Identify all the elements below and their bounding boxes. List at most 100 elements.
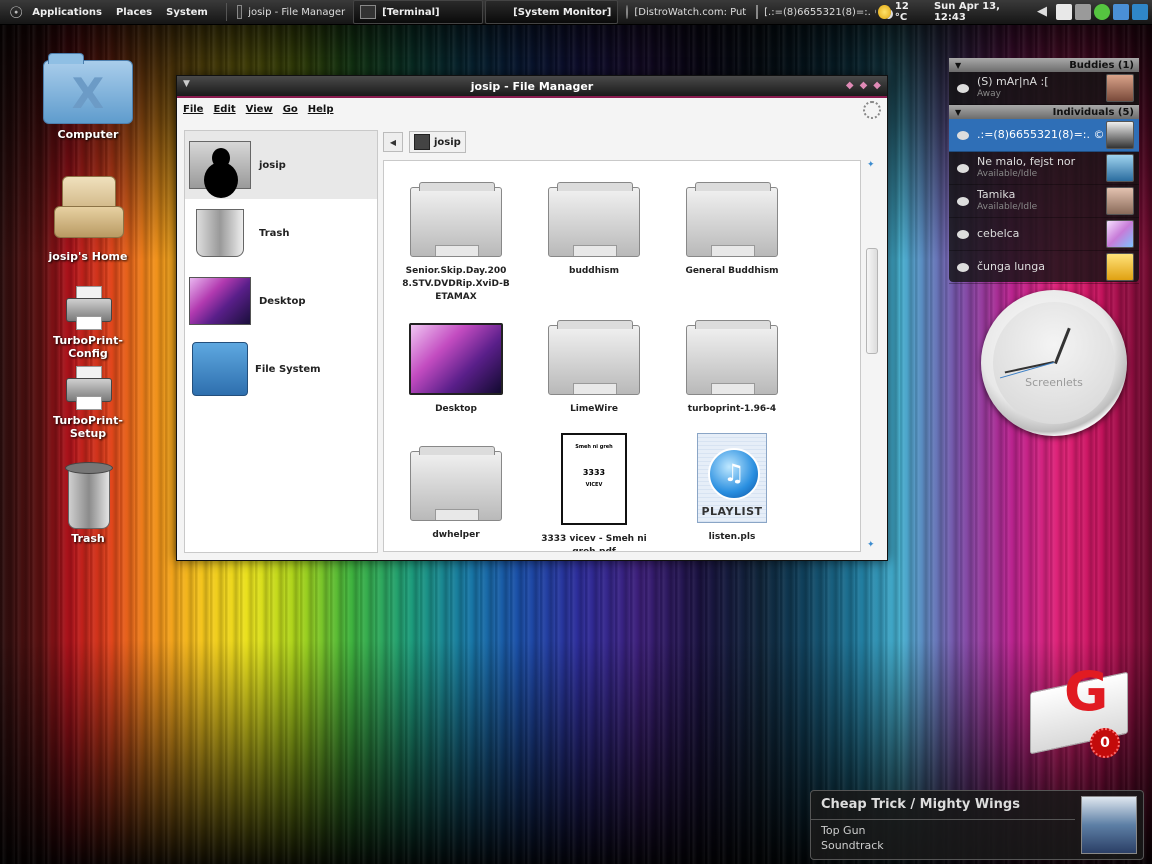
- clock-widget[interactable]: Screenlets: [981, 290, 1127, 436]
- buddy-name: čunga lunga: [977, 261, 1045, 273]
- buddy-status: Away: [977, 89, 1001, 99]
- path-back-button[interactable]: ◀: [383, 132, 403, 152]
- task-label: [.:=(8)6655321(8)=:. ©...: [764, 6, 876, 18]
- desktop-icon-home[interactable]: josip's Home: [38, 172, 138, 263]
- buddy-avatar: [1106, 220, 1134, 248]
- file-item[interactable]: General Buddhism: [662, 182, 802, 278]
- desktop-icon-trash[interactable]: Trash: [38, 462, 138, 545]
- system-menu[interactable]: System: [166, 7, 208, 18]
- track-title: Cheap Trick / Mighty Wings: [821, 797, 1020, 812]
- printer-icon: [64, 286, 112, 330]
- desktop-icon-turboprint-config[interactable]: TurboPrint-Config: [38, 286, 138, 360]
- desktop-icon-turboprint-setup[interactable]: TurboPrint-Setup: [38, 366, 138, 440]
- pdf-thumb-title: Smeh ni greh: [575, 444, 613, 450]
- expand-triangle-icon[interactable]: ▼: [955, 108, 961, 117]
- task-browser[interactable]: [DistroWatch.com: Put t...: [620, 1, 748, 23]
- file-name: LimeWire: [570, 404, 618, 414]
- buddy-avatar: [1106, 187, 1134, 215]
- mail-icon[interactable]: [1056, 4, 1073, 20]
- chat-bubble-icon: [957, 83, 969, 93]
- computer-icon: X: [43, 53, 133, 124]
- vertical-scrollbar[interactable]: ✦ ✦: [863, 160, 881, 550]
- close-button[interactable]: ◆: [873, 80, 881, 91]
- task-system-monitor[interactable]: [System Monitor]: [484, 0, 619, 24]
- task-file-manager[interactable]: josip - File Manager: [231, 1, 351, 23]
- places-menu[interactable]: Places: [116, 7, 152, 18]
- user-icon: [414, 134, 430, 150]
- window-title: josip - File Manager: [470, 79, 594, 93]
- desktop-icon-label: Computer: [57, 128, 119, 141]
- icon-view[interactable]: Senior.Skip.Day.2008.STV.DVDRip.XviD-BET…: [383, 160, 861, 552]
- menubar: File Edit View Go Help: [177, 98, 887, 120]
- buddy-row[interactable]: cebelca: [949, 218, 1139, 251]
- group-header-individuals[interactable]: ▼ Individuals (5): [949, 105, 1139, 119]
- task-terminal[interactable]: [Terminal]: [353, 0, 483, 24]
- weather-icon: [878, 5, 891, 19]
- file-item[interactable]: Smeh ni greh 3333 VICEV 3333 vicev - Sme…: [524, 433, 664, 551]
- file-item[interactable]: buddhism: [524, 182, 664, 278]
- buddy-row[interactable]: čunga lunga: [949, 251, 1139, 284]
- weather-applet[interactable]: 12 °C: [878, 1, 922, 23]
- scrollbar-thumb[interactable]: [866, 248, 878, 354]
- buddy-row[interactable]: Ne malo, fejst nor Available/Idle: [949, 152, 1139, 185]
- folder-icon: [548, 320, 640, 395]
- folder-icon: [236, 5, 243, 19]
- shortcut-josip[interactable]: josip: [185, 131, 377, 199]
- task-label: josip - File Manager: [248, 6, 346, 18]
- menu-go[interactable]: Go: [283, 104, 298, 115]
- window-menu-icon[interactable]: ▼: [183, 79, 190, 89]
- gmail-notifier[interactable]: G 0: [1024, 660, 1136, 758]
- buddy-name: .:=(8)6655321(8)=:. ©®...: [977, 129, 1106, 141]
- file-item[interactable]: Senior.Skip.Day.2008.STV.DVDRip.XviD-BET…: [386, 182, 526, 304]
- buddy-name: Tamika: [977, 189, 1016, 201]
- pdf-thumb-subtitle: VICEV: [585, 482, 603, 488]
- file-item[interactable]: dwhelper: [386, 446, 526, 542]
- file-item[interactable]: ♫ PLAYLIST listen.pls: [662, 433, 802, 544]
- now-playing-widget[interactable]: Cheap Trick / Mighty Wings Top Gun Sound…: [810, 790, 1144, 860]
- shortcut-trash[interactable]: Trash: [185, 199, 377, 267]
- scroll-down-icon[interactable]: ✦: [867, 540, 875, 550]
- minimize-button[interactable]: ◆: [846, 80, 854, 91]
- file-item[interactable]: Desktop: [386, 323, 526, 416]
- task-chat[interactable]: [.:=(8)6655321(8)=:. ©...: [750, 1, 876, 23]
- group-name: Buddies (1): [1069, 59, 1134, 71]
- pdf-thumb-number: 3333: [582, 468, 606, 477]
- folder-icon: [686, 182, 778, 257]
- task-label: [System Monitor]: [513, 6, 612, 18]
- buddy-status: Available/Idle: [977, 202, 1038, 212]
- group-header-buddies[interactable]: ▼ Buddies (1): [949, 58, 1139, 72]
- desktop-icon-label: Trash: [71, 532, 105, 545]
- menu-edit[interactable]: Edit: [213, 104, 235, 115]
- pidgin-icon[interactable]: [1075, 4, 1092, 20]
- scroll-up-icon[interactable]: ✦: [867, 160, 875, 170]
- gnome-foot-icon[interactable]: ☉: [6, 1, 26, 23]
- maximize-button[interactable]: ◆: [860, 80, 868, 91]
- expand-triangle-icon[interactable]: ▼: [955, 61, 961, 70]
- desktop-icon: [409, 323, 503, 395]
- applications-menu[interactable]: Applications: [32, 7, 102, 18]
- shortcut-file-system[interactable]: File System: [185, 335, 377, 403]
- status-green-icon[interactable]: [1094, 4, 1111, 20]
- chat-avatar-icon: [756, 5, 759, 19]
- file-name: dwhelper: [432, 530, 480, 540]
- buddy-row[interactable]: Tamika Available/Idle: [949, 185, 1139, 218]
- file-item[interactable]: turboprint-1.96-4: [662, 320, 802, 416]
- menu-help[interactable]: Help: [308, 104, 334, 115]
- desktop-icon-label: TurboPrint-Setup: [53, 414, 123, 440]
- menu-file[interactable]: File: [183, 104, 203, 115]
- buddy-row[interactable]: (S) mAr|nA :[Away: [949, 72, 1139, 105]
- shortcut-desktop[interactable]: Desktop: [185, 267, 377, 335]
- buddy-row[interactable]: .:=(8)6655321(8)=:. ©®...: [949, 119, 1139, 152]
- buddy-avatar: [1106, 154, 1134, 182]
- menu-view[interactable]: View: [246, 104, 273, 115]
- desktop-icon-computer[interactable]: X Computer: [38, 53, 138, 141]
- volume-icon[interactable]: ◀: [1037, 4, 1053, 20]
- window-titlebar[interactable]: ▼ josip - File Manager ◆ ◆ ◆: [177, 76, 887, 98]
- update-icon[interactable]: [1132, 4, 1149, 20]
- path-crumb-josip[interactable]: josip: [409, 131, 466, 153]
- panel-clock[interactable]: Sun Apr 13, 12:43: [934, 1, 1027, 23]
- desktop-icon-label: TurboPrint-Config: [53, 334, 123, 360]
- file-item[interactable]: LimeWire: [524, 320, 664, 416]
- file-manager-window: ▼ josip - File Manager ◆ ◆ ◆ File Edit V…: [176, 75, 888, 561]
- network-icon[interactable]: [1113, 4, 1130, 20]
